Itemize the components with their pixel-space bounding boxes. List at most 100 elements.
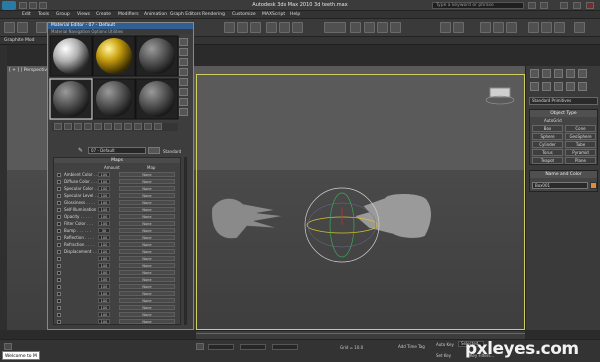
pyramid-button[interactable]: Pyramid (565, 149, 596, 156)
teapot-render-icon[interactable] (574, 22, 585, 33)
map-slot-button[interactable]: None (119, 242, 175, 247)
go-forward-icon[interactable] (154, 123, 162, 130)
background-icon[interactable] (179, 58, 188, 66)
material-editor-icon[interactable] (506, 22, 517, 33)
show-map-icon[interactable] (124, 123, 132, 130)
pivot-icon[interactable] (350, 22, 361, 33)
map-slot-button[interactable]: None (119, 305, 175, 310)
map-slot-button[interactable]: None (119, 179, 175, 184)
select-by-name-icon[interactable] (237, 22, 248, 33)
map-slot-button[interactable]: None (119, 186, 175, 191)
map-slot-button[interactable]: None (119, 221, 175, 226)
map-slot-button[interactable]: None (119, 228, 175, 233)
map-enable-checkbox[interactable] (57, 208, 61, 212)
map-enable-checkbox[interactable] (57, 306, 61, 310)
map-slot-button[interactable]: None (119, 207, 175, 212)
menu-tools[interactable]: Tools (38, 12, 49, 17)
menu-customize[interactable]: Customize (232, 12, 256, 17)
lights-icon[interactable] (554, 82, 563, 91)
snap-icon[interactable] (364, 22, 375, 33)
auto-key-button[interactable]: Auto Key (436, 342, 454, 347)
map-enable-checkbox[interactable] (57, 299, 61, 303)
make-preview-icon[interactable] (179, 88, 188, 96)
schematic-view-icon[interactable] (493, 22, 504, 33)
geometry-icon[interactable] (530, 82, 539, 91)
search-icon[interactable] (528, 2, 536, 9)
map-amount-spinner[interactable]: 100 (98, 312, 110, 317)
create-tab-icon[interactable] (530, 69, 539, 78)
menu-graph-editors[interactable]: Graph Editors (170, 12, 201, 17)
redo-icon[interactable] (17, 22, 28, 33)
mirror-icon[interactable] (440, 22, 451, 33)
cameras-icon[interactable] (566, 82, 575, 91)
time-slider[interactable] (196, 330, 525, 339)
map-slot-button[interactable]: None (119, 214, 175, 219)
maps-scrollbar[interactable] (184, 157, 187, 325)
map-slot-button[interactable]: None (119, 277, 175, 282)
region-select-icon[interactable] (250, 22, 261, 33)
map-slot-button[interactable]: None (119, 312, 175, 317)
map-amount-spinner[interactable]: 100 (98, 305, 110, 310)
map-enable-checkbox[interactable] (57, 236, 61, 240)
maxscript-listener[interactable]: Welcome to M (2, 351, 40, 360)
material-type-button[interactable] (148, 147, 160, 154)
map-amount-spinner[interactable]: 100 (98, 179, 110, 184)
primitive-type-dropdown[interactable]: Standard Primitives (529, 97, 598, 105)
tube-button[interactable]: Tube (565, 141, 596, 148)
undo-icon[interactable] (4, 22, 15, 33)
map-slot-button[interactable]: None (119, 249, 175, 254)
map-amount-spinner[interactable]: 100 (98, 221, 110, 226)
y-coordinate-field[interactable] (240, 344, 266, 350)
options-icon[interactable] (179, 98, 188, 106)
render-frame-icon[interactable] (541, 22, 552, 33)
map-amount-spinner[interactable]: 100 (98, 277, 110, 282)
select-by-material-icon[interactable] (179, 108, 188, 116)
map-amount-spinner[interactable]: 100 (98, 298, 110, 303)
map-slot-button[interactable]: None (119, 193, 175, 198)
render-icon[interactable] (554, 22, 565, 33)
map-slot-button[interactable]: None (119, 200, 175, 205)
display-tab-icon[interactable] (578, 69, 587, 78)
helpers-icon[interactable] (578, 82, 587, 91)
set-key-button[interactable]: Set Key (436, 353, 451, 358)
align-icon[interactable] (453, 22, 464, 33)
shapes-icon[interactable] (542, 82, 551, 91)
map-enable-checkbox[interactable] (57, 271, 61, 275)
map-amount-spinner[interactable]: 100 (98, 270, 110, 275)
cylinder-button[interactable]: Cylinder (532, 141, 563, 148)
hierarchy-tab-icon[interactable] (554, 69, 563, 78)
rotate-icon[interactable] (279, 22, 290, 33)
menu-views[interactable]: Views (77, 12, 90, 17)
map-amount-spinner[interactable]: 100 (98, 207, 110, 212)
material-name-field[interactable]: 07 - Default (88, 147, 146, 154)
menu-modifiers[interactable]: Modifiers (118, 12, 139, 17)
map-amount-spinner[interactable]: 100 (98, 214, 110, 219)
map-amount-spinner[interactable]: 100 (98, 319, 110, 324)
map-enable-checkbox[interactable] (57, 194, 61, 198)
map-amount-spinner[interactable]: 100 (98, 284, 110, 289)
map-enable-checkbox[interactable] (57, 250, 61, 254)
map-amount-spinner[interactable]: 100 (98, 263, 110, 268)
motion-tab-icon[interactable] (566, 69, 575, 78)
render-setup-icon[interactable] (528, 22, 539, 33)
reset-map-icon[interactable] (84, 123, 92, 130)
map-enable-checkbox[interactable] (57, 292, 61, 296)
cone-button[interactable]: Cone (565, 125, 596, 132)
map-enable-checkbox[interactable] (57, 215, 61, 219)
map-slot-button[interactable]: None (119, 284, 175, 289)
map-amount-spinner[interactable]: 30 (98, 228, 110, 233)
map-enable-checkbox[interactable] (57, 243, 61, 247)
map-enable-checkbox[interactable] (57, 180, 61, 184)
map-slot-button[interactable]: None (119, 172, 175, 177)
help-icon[interactable] (540, 2, 548, 9)
put-to-scene-icon[interactable] (64, 123, 72, 130)
menu-edit[interactable]: Edit (22, 12, 31, 17)
map-amount-spinner[interactable]: 100 (98, 186, 110, 191)
add-time-tag[interactable]: Add Time Tag (398, 344, 425, 349)
link-icon[interactable] (36, 22, 47, 33)
map-slot-button[interactable]: None (119, 256, 175, 261)
map-amount-spinner[interactable]: 100 (98, 242, 110, 247)
get-material-icon[interactable] (54, 123, 62, 130)
map-slot-button[interactable]: None (119, 298, 175, 303)
close-icon[interactable] (586, 2, 594, 9)
